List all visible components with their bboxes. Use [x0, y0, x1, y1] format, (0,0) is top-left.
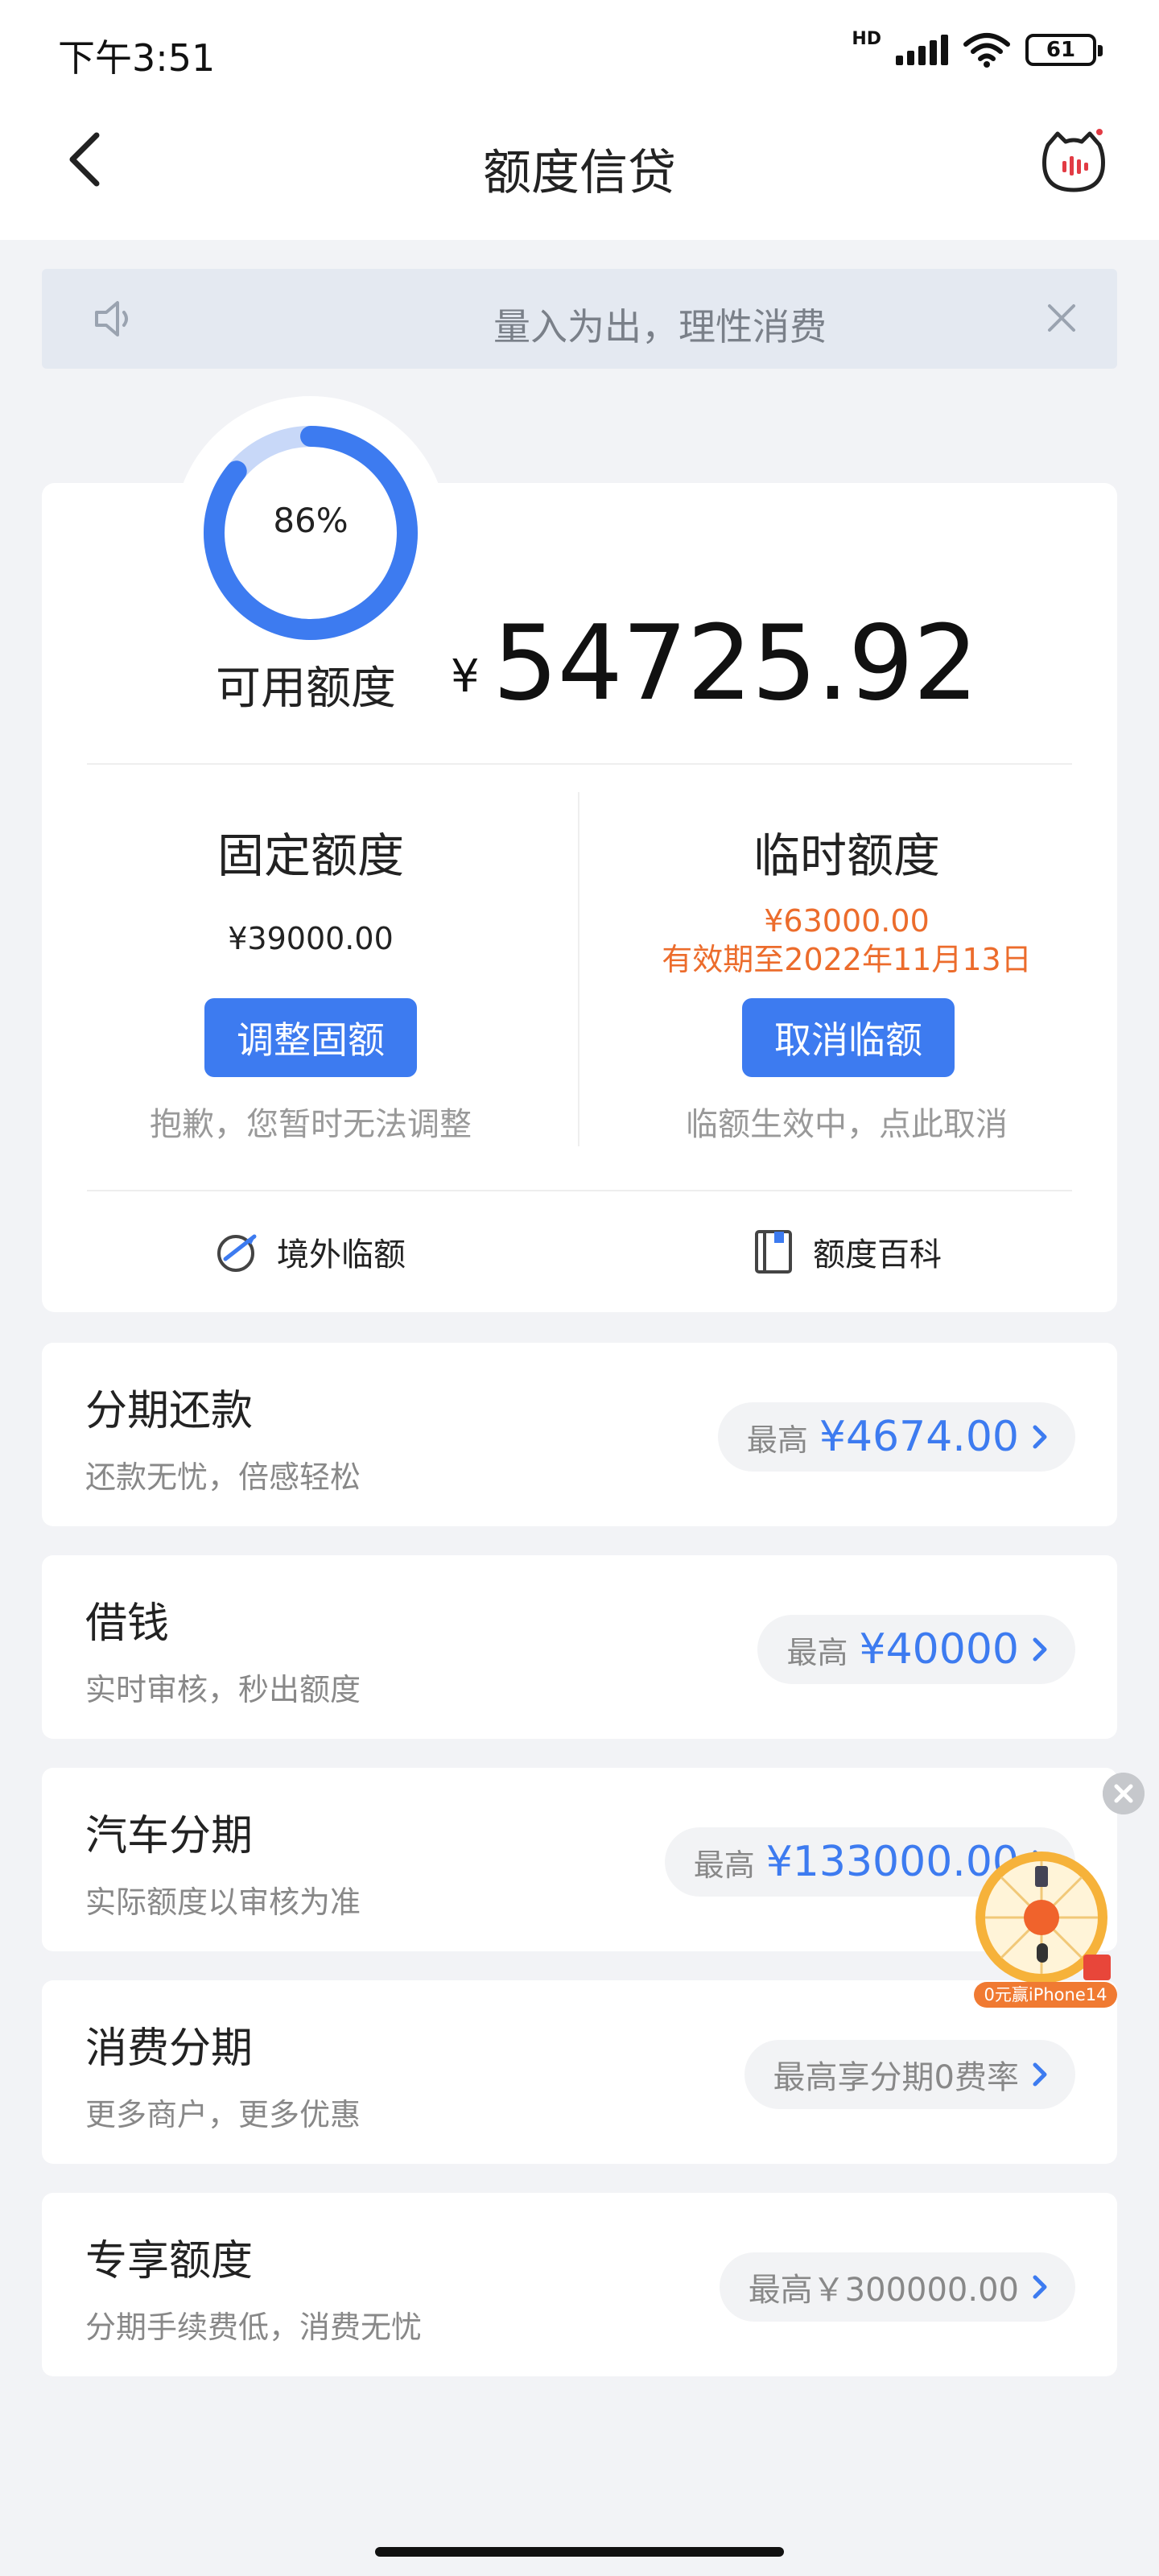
quota-pill[interactable]: 最高￥300000.00 — [719, 2252, 1075, 2322]
chevron-right-icon — [1033, 1637, 1047, 1662]
car-installment-row[interactable]: 汽车分期 实际额度以审核为准 最高 ¥133000.00 — [42, 1768, 1117, 1951]
overseas-temp-link[interactable]: 境外临额 — [214, 1228, 406, 1275]
borrow-row[interactable]: 借钱 实时审核，秒出额度 最高 ¥40000 — [42, 1555, 1117, 1739]
promo-lucky-wheel[interactable]: 0元赢iPhone14 — [971, 1848, 1120, 2009]
consumer-installment-row[interactable]: 消费分期 更多商户，更多优惠 最高享分期0费率 — [42, 1980, 1117, 2164]
wifi-icon — [963, 33, 1010, 68]
chevron-right-icon — [1033, 1425, 1047, 1449]
customer-service-mascot-icon[interactable] — [1040, 127, 1107, 195]
usage-percent: 86% — [273, 501, 349, 540]
pill-prefix: 最高 — [693, 1847, 755, 1883]
fixed-credit-hint: 抱歉，您暂时无法调整 — [150, 1106, 472, 1143]
home-indicator — [375, 2547, 784, 2557]
row-subtitle: 分期手续费低，消费无忧 — [85, 2310, 423, 2345]
available-label: 可用额度 — [216, 663, 396, 715]
column-divider — [578, 792, 580, 1146]
temp-credit-validity: 有效期至2022年11月13日 — [662, 942, 1032, 977]
hd-indicator: HD — [852, 28, 881, 49]
row-subtitle: 更多商户，更多优惠 — [85, 2097, 361, 2132]
book-icon — [755, 1230, 792, 1274]
row-title: 专享额度 — [85, 2237, 254, 2285]
divider — [87, 763, 1072, 765]
temp-credit-hint[interactable]: 临额生效中，点此取消 — [581, 1098, 1112, 1145]
installment-repay-row[interactable]: 分期还款 还款无忧，倍感轻松 最高 ¥4674.00 — [42, 1343, 1117, 1526]
quota-pill[interactable]: 最高 ¥4674.00 — [717, 1402, 1075, 1472]
row-title: 汽车分期 — [85, 1812, 254, 1860]
pill-amount: ¥40000 — [859, 1625, 1019, 1674]
overseas-temp-label: 境外临额 — [277, 1236, 406, 1274]
page-title: 额度信贷 — [483, 145, 676, 201]
close-icon[interactable] — [1045, 301, 1079, 335]
divider — [87, 1190, 1072, 1191]
pill-prefix: 最高 — [786, 1634, 848, 1670]
battery-level: 61 — [1046, 38, 1076, 62]
pill-text: 最高￥300000.00 — [748, 2272, 1019, 2309]
currency-symbol: ¥ — [451, 650, 480, 703]
signal-icon — [896, 35, 948, 65]
credit-wiki-link[interactable]: 额度百科 — [750, 1228, 942, 1275]
row-title: 分期还款 — [85, 1387, 254, 1435]
pill-amount: ¥4674.00 — [819, 1413, 1019, 1461]
quota-pill[interactable]: 最高 ¥40000 — [757, 1615, 1075, 1684]
exclusive-quota-row[interactable]: 专享额度 分期手续费低，消费无忧 最高￥300000.00 — [42, 2193, 1117, 2376]
status-icons: HD 61 — [852, 27, 1103, 72]
temp-credit-title: 临时额度 — [753, 828, 940, 883]
fixed-credit-title: 固定额度 — [217, 828, 404, 883]
status-time: 下午3:51 — [58, 36, 216, 80]
promo-label: 0元赢iPhone14 — [984, 1985, 1107, 2004]
pill-prefix: 最高 — [746, 1422, 808, 1458]
row-title: 消费分期 — [85, 2025, 254, 2073]
cancel-temp-button[interactable]: 取消临额 — [742, 998, 955, 1077]
notice-text: 量入为出，理性消费 — [493, 305, 827, 349]
fixed-credit-amount: ¥39000.00 — [228, 921, 394, 956]
chevron-right-icon — [1033, 2062, 1047, 2087]
row-subtitle: 实际额度以审核为准 — [85, 1885, 361, 1920]
promo-close-icon[interactable] — [1103, 1773, 1145, 1814]
row-subtitle: 实时审核，秒出额度 — [85, 1672, 361, 1707]
pill-text: 最高享分期0费率 — [773, 2059, 1019, 2096]
globe-plane-icon — [217, 1234, 257, 1272]
battery-icon: 61 — [1025, 34, 1103, 66]
credit-wiki-label: 额度百科 — [813, 1236, 942, 1274]
row-title: 借钱 — [85, 1600, 170, 1648]
available-amount: 54725.92 — [493, 604, 979, 724]
notice-bar: 量入为出，理性消费 — [42, 269, 1117, 369]
row-subtitle: 还款无忧，倍感轻松 — [85, 1459, 361, 1495]
chevron-right-icon — [1033, 2275, 1047, 2299]
adjust-fixed-button[interactable]: 调整固额 — [204, 998, 417, 1077]
temp-credit-amount: ¥63000.00 — [764, 903, 930, 939]
quota-pill[interactable]: 最高享分期0费率 — [744, 2040, 1075, 2109]
